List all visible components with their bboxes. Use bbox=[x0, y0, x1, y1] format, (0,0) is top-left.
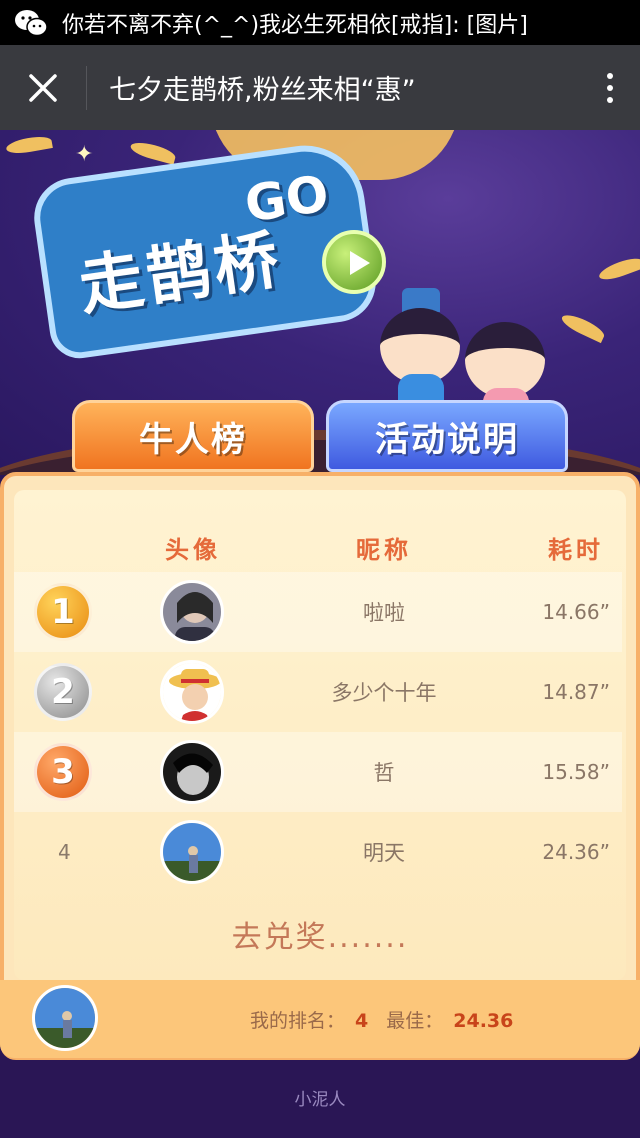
my-stats: 我的排名： 4 最佳： 24.36 bbox=[250, 1006, 513, 1033]
my-avatar bbox=[32, 985, 98, 1051]
table-row[interactable]: 1 啦啦 14.66” bbox=[14, 572, 622, 652]
redeem-link[interactable]: 去兑奖....... bbox=[0, 912, 640, 956]
avatar bbox=[160, 740, 224, 804]
notification-text: 你若不离不弃(^_^)我必生死相依[戒指]: [图片] bbox=[62, 12, 528, 38]
time-value: 24.36” bbox=[542, 840, 610, 864]
avatar bbox=[160, 580, 224, 644]
magpie-icon bbox=[5, 134, 53, 156]
notification-bar[interactable]: 你若不离不弃(^_^)我必生死相依[戒指]: [图片] bbox=[0, 0, 640, 45]
my-best-label: 最佳： bbox=[386, 1010, 444, 1032]
logo-go: GO bbox=[241, 164, 333, 234]
tab-leaderboard[interactable]: 牛人榜 bbox=[72, 400, 314, 472]
gold-medal-icon: 1 bbox=[34, 583, 92, 641]
time-value: 15.58” bbox=[542, 760, 610, 784]
page-title: 七夕走鹊桥,粉丝来相“惠” bbox=[109, 75, 416, 106]
magpie-icon bbox=[559, 310, 607, 344]
time-value: 14.87” bbox=[542, 680, 610, 704]
footer-credit: 小泥人 bbox=[294, 1090, 346, 1110]
magpie-icon bbox=[596, 254, 640, 284]
magpie-icon bbox=[128, 139, 178, 165]
play-icon[interactable] bbox=[322, 230, 386, 294]
my-rank-label: 我的排名： bbox=[250, 1010, 346, 1032]
my-best-value: 24.36 bbox=[453, 1010, 514, 1032]
nickname: 多少个十年 bbox=[331, 681, 437, 705]
wechat-icon bbox=[14, 8, 48, 38]
header-nickname: 昵称 bbox=[356, 536, 412, 564]
header-time: 耗时 bbox=[548, 536, 604, 564]
nickname: 明天 bbox=[363, 841, 405, 865]
my-rank-value: 4 bbox=[355, 1010, 369, 1032]
table-row[interactable]: 3 哲 15.58” bbox=[14, 732, 622, 812]
title-bar: 七夕走鹊桥,粉丝来相“惠” bbox=[0, 45, 640, 130]
close-icon[interactable] bbox=[0, 45, 86, 130]
avatar bbox=[160, 820, 224, 884]
silver-medal-icon: 2 bbox=[34, 663, 92, 721]
bronze-medal-icon: 3 bbox=[34, 743, 92, 801]
avatar bbox=[160, 660, 224, 724]
star-icon: ✦ bbox=[75, 142, 94, 167]
nickname: 哲 bbox=[373, 761, 395, 785]
rank-number: 4 bbox=[58, 840, 71, 864]
nickname: 啦啦 bbox=[363, 601, 405, 625]
more-vertical-icon[interactable] bbox=[580, 45, 640, 130]
table-row[interactable]: 4 明天 24.36” bbox=[14, 812, 622, 892]
table-row[interactable]: 2 多少个十年 14.87” bbox=[14, 652, 622, 732]
header-avatar: 头像 bbox=[165, 536, 221, 564]
title-divider bbox=[86, 65, 87, 110]
time-value: 14.66” bbox=[542, 600, 610, 624]
tab-rules[interactable]: 活动说明 bbox=[326, 400, 568, 472]
